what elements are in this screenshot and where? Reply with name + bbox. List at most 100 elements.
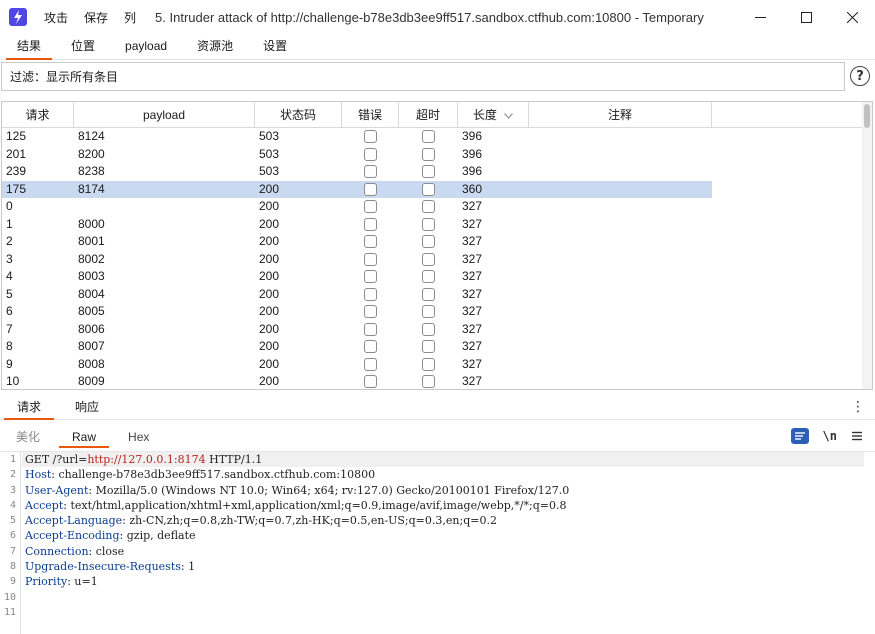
header-line[interactable]: Accept-Encoding: gzip, deflate [22, 528, 864, 543]
cell-request: 6 [6, 304, 13, 318]
line-number: 10 [3, 591, 16, 603]
filter-text: 过滤：显示所有条目 [10, 70, 119, 84]
scrollbar-thumb[interactable] [864, 104, 870, 128]
column-header-error[interactable]: 错误 [342, 102, 399, 127]
cell-status: 200 [259, 304, 280, 318]
help-icon[interactable]: ? [850, 66, 870, 86]
table-row[interactable]: 0 200 327 [2, 198, 872, 216]
table-row[interactable]: 8 8007 200 327 [2, 338, 872, 356]
header-line[interactable]: Accept-Language: zh-CN,zh;q=0.8,zh-TW;q=… [22, 513, 864, 528]
column-header-request[interactable]: 请求 [2, 102, 74, 127]
tab-positions[interactable]: 位置 [56, 34, 110, 59]
tab-resource-pool[interactable]: 资源池 [182, 34, 248, 59]
column-header-timeout[interactable]: 超时 [399, 102, 458, 127]
cell-payload: 8005 [78, 304, 105, 318]
tab-results[interactable]: 结果 [2, 34, 56, 60]
timeout-checkbox [422, 217, 435, 231]
burp-logo-icon [9, 8, 27, 26]
cell-timeout [399, 251, 458, 269]
header-line[interactable]: Connection: close [22, 544, 864, 559]
error-checkbox [364, 340, 377, 354]
maximize-icon [800, 11, 812, 23]
tab-settings[interactable]: 设置 [248, 34, 302, 59]
header-line[interactable]: User-Agent: Mozilla/5.0 (Windows NT 10.0… [22, 483, 864, 498]
table-row[interactable]: 3 8002 200 327 [2, 251, 872, 269]
cell-status: 503 [259, 164, 280, 178]
tab-hex[interactable]: Hex [112, 427, 165, 448]
table-row[interactable]: 9 8008 200 327 [2, 356, 872, 374]
line-number-gutter: 1 2 3 4 5 6 7 8 9 10 11 [0, 452, 21, 634]
error-checkbox [364, 252, 377, 266]
empty-line[interactable] [22, 605, 864, 620]
cell-request: 10 [6, 374, 20, 388]
tab-response[interactable]: 响应 [58, 396, 116, 419]
column-header-filler [712, 102, 862, 127]
table-scrollbar[interactable] [862, 102, 872, 389]
cell-error [342, 180, 399, 198]
cell-length: 327 [462, 356, 483, 371]
cell-status: 200 [259, 216, 280, 231]
cell-request: 175 [2, 180, 74, 198]
cell-error [342, 321, 399, 339]
editor-tab-bar: 美化 Raw Hex [0, 426, 875, 448]
minimize-button[interactable] [737, 0, 783, 34]
tab-payloads[interactable]: payload [110, 34, 182, 59]
request-text[interactable]: GET /?url=http://127.0.0.1:8174 HTTP/1.1… [22, 452, 864, 620]
menu-save[interactable]: 保存 [84, 9, 108, 26]
tab-pretty[interactable]: 美化 [0, 427, 56, 448]
table-row[interactable]: 239 8238 503 396 [2, 163, 872, 181]
tab-raw[interactable]: Raw [56, 427, 112, 448]
table-row[interactable]: 2 8001 200 327 [2, 233, 872, 251]
header-line[interactable]: Accept: text/html,application/xhtml+xml,… [22, 498, 864, 513]
maximize-button[interactable] [783, 0, 829, 34]
column-header-status[interactable]: 状态码 [255, 102, 342, 127]
timeout-checkbox [422, 147, 435, 161]
table-row[interactable]: 7 8006 200 327 [2, 321, 872, 339]
cell-error [342, 198, 399, 216]
cell-length: 327 [462, 321, 483, 336]
cell-status: 200 [259, 251, 280, 266]
cell-comment [529, 321, 712, 339]
header-value: challenge-b78e3db3ee9ff517.sandbox.ctfhu… [58, 468, 376, 482]
table-row[interactable]: 6 8005 200 327 [2, 303, 872, 321]
cell-request: 4 [6, 269, 13, 283]
cell-length: 396 [462, 129, 483, 143]
column-header-payload[interactable]: payload [74, 102, 255, 127]
table-row[interactable]: 10 8009 200 327 [2, 373, 872, 389]
cell-length: 396 [462, 164, 483, 178]
timeout-checkbox [422, 235, 435, 249]
header-name: Priority [25, 575, 68, 589]
table-row[interactable]: 201 8200 503 396 [2, 146, 872, 164]
header-value: 1 [188, 560, 196, 574]
cell-comment [529, 128, 712, 146]
filter-bar[interactable]: 过滤：显示所有条目 [1, 62, 845, 91]
pretty-print-icon[interactable] [790, 428, 809, 444]
line-number: 4 [9, 499, 16, 511]
close-button[interactable] [829, 0, 875, 34]
header-line[interactable]: Priority: u=1 [22, 574, 864, 589]
column-header-comment[interactable]: 注释 [529, 102, 712, 127]
header-line[interactable]: Upgrade-Insecure-Requests: 1 [22, 559, 864, 574]
tab-request[interactable]: 请求 [0, 396, 58, 420]
cell-payload: 8004 [78, 286, 105, 301]
cell-length: 396 [462, 146, 483, 161]
table-row[interactable]: 5 8004 200 327 [2, 286, 872, 304]
menu-attack[interactable]: 攻击 [44, 9, 68, 26]
table-row[interactable]: 175 8174 200 360 [2, 180, 872, 198]
cell-timeout [399, 373, 458, 389]
newline-toggle-icon[interactable]: \n [823, 429, 837, 443]
table-row[interactable]: 1 8000 200 327 [2, 216, 872, 234]
header-separator: : [180, 560, 189, 574]
request-editor[interactable]: 1 2 3 4 5 6 7 8 9 10 11 GET /?url=http://127.0.0.1… [0, 451, 875, 634]
empty-line[interactable] [22, 590, 864, 605]
more-options-icon[interactable]: ⋮ [851, 400, 865, 414]
menu-icon[interactable] [851, 431, 863, 441]
header-name: Host [25, 468, 52, 482]
header-line[interactable]: Host: challenge-b78e3db3ee9ff517.sandbox… [22, 467, 864, 482]
request-line[interactable]: GET /?url=http://127.0.0.1:8174 HTTP/1.1 [22, 452, 864, 468]
table-row[interactable]: 4 8003 200 327 [2, 268, 872, 286]
timeout-checkbox [422, 200, 435, 214]
table-row[interactable]: 125 8124 503 396 [2, 128, 872, 146]
column-header-length[interactable]: 长度 [458, 102, 529, 127]
menu-columns[interactable]: 列 [124, 9, 136, 26]
